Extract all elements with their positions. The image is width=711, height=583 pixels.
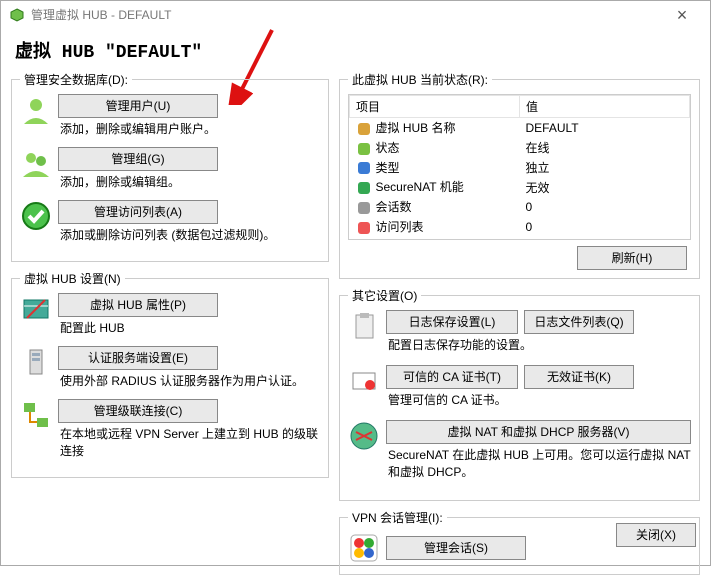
ca-desc: 管理可信的 CA 证书。 [386,389,691,414]
hub-props-button[interactable]: 虚拟 HUB 属性(P) [58,293,218,317]
vpn-session-legend: VPN 会话管理(I): [348,509,447,526]
log-list-button[interactable]: 日志文件列表(Q) [524,310,634,334]
table-row[interactable]: 虚拟 HUB 名称DEFAULT [350,118,690,138]
dialog-window: 管理虚拟 HUB - DEFAULT × 虚拟 HUB "DEFAULT" 管理… [0,0,711,566]
auth-server-button[interactable]: 认证服务端设置(E) [58,346,218,370]
type-icon [356,160,372,176]
manage-acl-button[interactable]: 管理访问列表(A) [58,200,218,224]
other-settings-legend: 其它设置(O) [348,287,421,304]
log-desc: 配置日志保存功能的设置。 [386,334,691,359]
nat-desc: SecureNAT 在此虚拟 HUB 上可用。您可以运行虚拟 NAT 和虚拟 D… [386,444,691,486]
auth-server-desc: 使用外部 RADIUS 认证服务器作为用户认证。 [58,370,320,395]
table-row[interactable]: 类型独立 [350,158,690,178]
close-button[interactable]: 关闭(X) [616,523,696,547]
status-table[interactable]: 项目 值 虚拟 HUB 名称DEFAULT状态在线类型独立SecureNAT 机… [348,94,691,240]
auth-server-icon [20,346,52,378]
manage-users-desc: 添加，删除或编辑用户账户。 [58,118,320,143]
col-value[interactable]: 值 [520,96,690,118]
router-icon [348,420,380,452]
cascade-icon [20,399,52,431]
window-title: 管理虚拟 HUB - DEFAULT [31,1,662,29]
manage-users-button[interactable]: 管理用户(U) [58,94,218,118]
table-row[interactable]: 会话数0 [350,197,690,217]
other-settings-group: 其它设置(O) 日志保存设置(L) 日志文件列表(Q) 配置日志保存功能的设置。 [339,287,700,501]
clipboard-icon [348,310,380,342]
hub-settings-legend: 虚拟 HUB 设置(N) [20,270,125,287]
manage-sessions-button[interactable]: 管理会话(S) [386,536,526,560]
titlebar: 管理虚拟 HUB - DEFAULT × [1,1,710,29]
table-row[interactable]: SecureNAT 机能无效 [350,177,690,197]
table-row[interactable]: 状态在线 [350,138,690,158]
page-title: 虚拟 HUB "DEFAULT" [11,35,700,69]
invalid-cert-button[interactable]: 无效证书(K) [524,365,634,389]
col-item[interactable]: 项目 [350,96,520,118]
hub-settings-group: 虚拟 HUB 设置(N) 虚拟 HUB 属性(P) 配置此 HUB 认证服务端设… [11,270,329,478]
user-icon [20,94,52,126]
sessions-icon [348,532,380,564]
log-settings-button[interactable]: 日志保存设置(L) [386,310,518,334]
manage-acl-desc: 添加或删除访问列表 (数据包过滤规则)。 [58,224,320,249]
app-icon [9,7,25,23]
ca-button[interactable]: 可信的 CA 证书(T) [386,365,518,389]
deny-icon [356,220,372,236]
cascade-desc: 在本地或远程 VPN Server 上建立到 HUB 的级联连接 [58,423,320,465]
manage-groups-button[interactable]: 管理组(G) [58,147,218,171]
hub-props-desc: 配置此 HUB [58,317,320,342]
count-icon [356,200,372,216]
refresh-button[interactable]: 刷新(H) [577,246,687,270]
status-legend: 此虚拟 HUB 当前状态(R): [348,71,492,88]
acl-icon [20,200,52,232]
status-group: 此虚拟 HUB 当前状态(R): 项目 值 虚拟 HUB 名称DEFAULT状态… [339,71,700,279]
close-icon[interactable]: × [662,1,702,29]
security-group: 管理安全数据库(D): 管理用户(U) 添加，删除或编辑用户账户。 管理组(G)… [11,71,329,262]
nat-button[interactable]: 虚拟 NAT 和虚拟 DHCP 服务器(V) [386,420,691,444]
cert-icon [348,365,380,397]
snat-icon [356,180,372,196]
cube-icon [356,121,372,137]
security-legend: 管理安全数据库(D): [20,71,132,88]
group-icon [20,147,52,179]
cascade-button[interactable]: 管理级联连接(C) [58,399,218,423]
hub-props-icon [20,293,52,325]
table-row[interactable]: 访问列表0 [350,217,690,237]
status-icon [356,141,372,157]
manage-groups-desc: 添加，删除或编辑组。 [58,171,320,196]
